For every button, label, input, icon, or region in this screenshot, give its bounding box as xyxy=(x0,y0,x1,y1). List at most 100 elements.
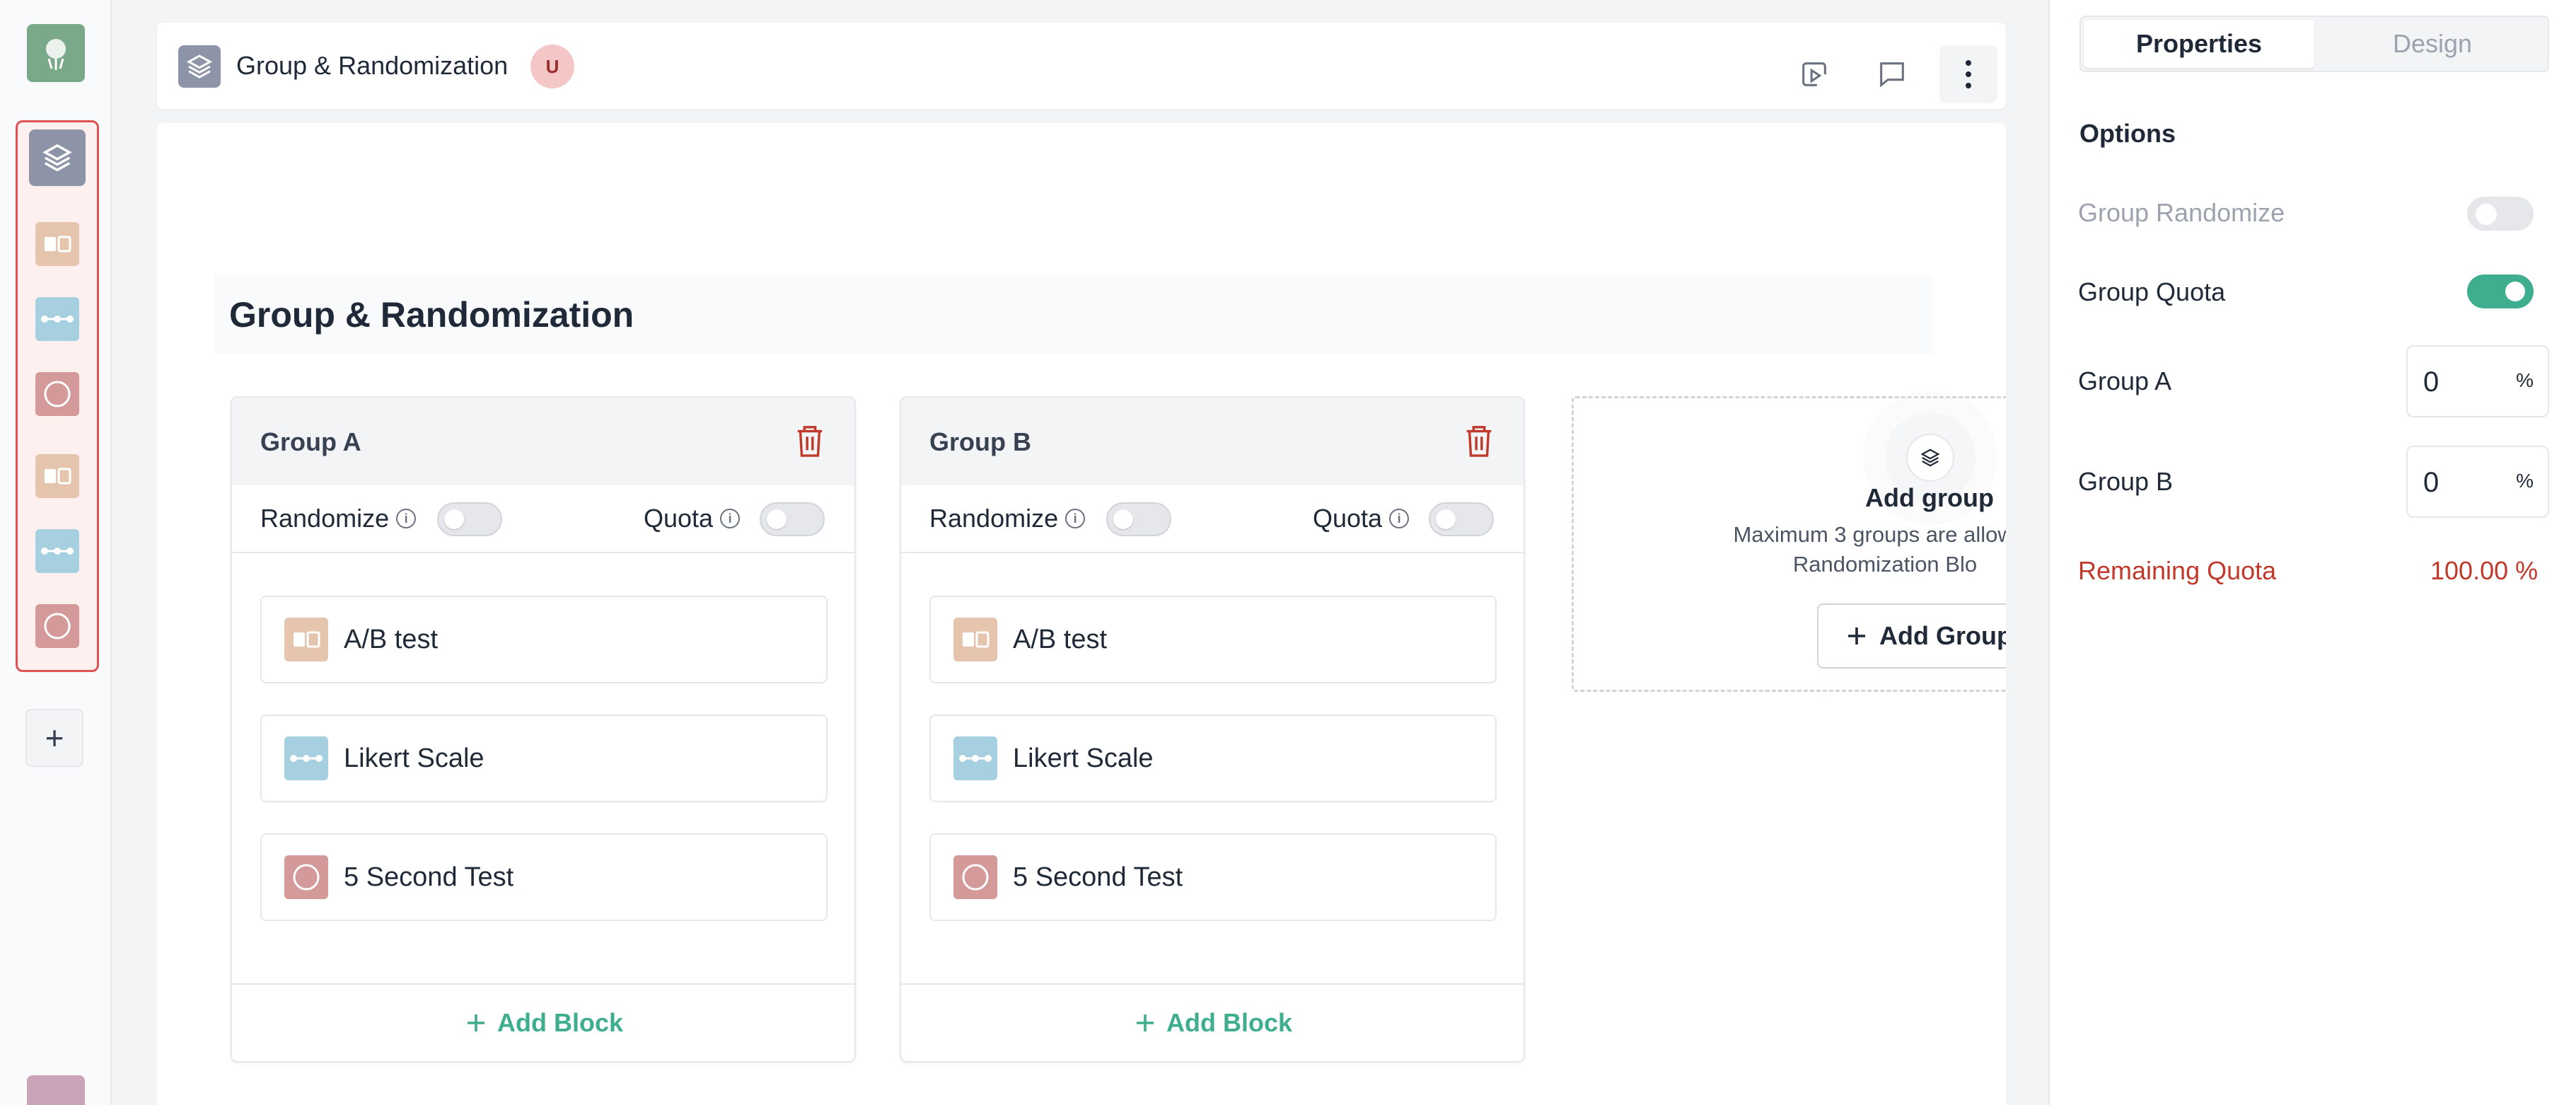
group-randomize-label: Group Randomize xyxy=(2078,198,2285,227)
main-canvas: Group & Randomization Group A Randomize i… xyxy=(157,123,2006,1105)
remaining-quota-value: 100.00 % xyxy=(2430,556,2539,585)
block-label: Likert Scale xyxy=(1013,743,1154,773)
add-group-card: Add group Maximum 3 groups are allowec R… xyxy=(1572,396,2006,692)
group-card-b: Group B Randomize i Quota i A/B test Liker… xyxy=(900,396,1525,1063)
add-block-button[interactable]: Add Block xyxy=(463,1008,623,1038)
quota-label: Quota i xyxy=(1313,504,1410,533)
block-item[interactable]: A/B test xyxy=(260,596,828,683)
preview-icon xyxy=(1802,62,1826,86)
rail-block-list xyxy=(16,120,99,672)
group-header: Group A xyxy=(232,398,854,485)
group-quota-toggle[interactable] xyxy=(2467,274,2534,308)
group-header: Group B xyxy=(901,398,1524,485)
plus-icon xyxy=(467,1014,485,1031)
quota-toggle[interactable] xyxy=(760,502,825,536)
randomize-label: Randomize i xyxy=(929,504,1086,533)
group-name: Group B xyxy=(929,427,1031,456)
five-second-icon xyxy=(953,855,997,899)
add-group-description: Maximum 3 groups are allowec Randomizati… xyxy=(1733,522,2006,577)
block-label: Likert Scale xyxy=(344,743,485,773)
ab-test-icon xyxy=(284,618,328,661)
rail-add-button[interactable]: + xyxy=(25,709,83,767)
block-label: A/B test xyxy=(344,624,439,654)
ab-test-icon xyxy=(953,618,997,661)
group-quota-label: Group Quota xyxy=(2078,277,2226,306)
group-name: Group A xyxy=(260,427,361,456)
block-item[interactable]: 5 Second Test xyxy=(260,833,828,921)
group-a-quota-label: Group A xyxy=(2078,366,2172,395)
trash-icon xyxy=(797,426,823,457)
add-group-heading: Add group xyxy=(1865,483,1994,512)
quota-toggle[interactable] xyxy=(1429,502,1494,536)
trash-icon xyxy=(1466,426,1492,457)
group-footer: Add Block xyxy=(901,983,1524,1061)
remaining-quota-label: Remaining Quota xyxy=(2078,556,2277,585)
five-second-icon xyxy=(35,604,79,648)
group-card-a: Group A Randomize i Quota i A/B test Liker… xyxy=(231,396,856,1063)
section-title-text: Group & Randomization xyxy=(229,295,634,335)
comment-button[interactable] xyxy=(1863,45,1921,103)
randomize-label: Randomize i xyxy=(260,504,417,533)
more-options-button[interactable] xyxy=(1939,45,1997,103)
user-avatar-badge[interactable]: U xyxy=(530,45,574,88)
group-footer: Add Block xyxy=(232,983,854,1061)
info-icon[interactable]: i xyxy=(1389,509,1410,528)
kebab-icon xyxy=(1966,60,1971,88)
rail-item-ab-test[interactable] xyxy=(29,216,86,272)
randomize-toggle[interactable] xyxy=(1106,502,1171,536)
page-title: Group & Randomization xyxy=(236,51,509,80)
likert-icon xyxy=(35,529,79,573)
group-randomize-toggle[interactable] xyxy=(2467,197,2534,231)
tab-design[interactable]: Design xyxy=(2317,20,2548,68)
likert-icon xyxy=(953,736,997,780)
block-label: 5 Second Test xyxy=(1013,862,1183,892)
block-item[interactable]: A/B test xyxy=(929,596,1497,683)
delete-group-button[interactable] xyxy=(1463,423,1495,462)
rail-item-five-second[interactable] xyxy=(29,366,86,422)
block-item[interactable]: 5 Second Test xyxy=(929,833,1497,921)
five-second-icon xyxy=(284,855,328,899)
tab-properties[interactable]: Properties xyxy=(2084,20,2314,68)
info-icon[interactable]: i xyxy=(720,509,741,528)
ab-test-icon xyxy=(35,222,79,266)
rail-item-likert[interactable] xyxy=(29,291,86,347)
page-header: Group & Randomization U xyxy=(157,23,2006,109)
preview-button[interactable] xyxy=(1785,45,1843,103)
rail-item-likert[interactable] xyxy=(29,523,86,579)
block-item[interactable]: Likert Scale xyxy=(260,715,828,802)
plus-icon xyxy=(1848,627,1865,644)
group-a-quota-input[interactable]: 0 % xyxy=(2406,345,2549,417)
group-controls: Randomize i Quota i xyxy=(232,485,854,553)
group-b-quota-label: Group B xyxy=(2078,467,2174,496)
five-second-icon xyxy=(35,372,79,416)
layers-icon xyxy=(178,45,221,88)
layers-icon xyxy=(29,129,86,186)
group-controls: Randomize i Quota i xyxy=(901,485,1524,553)
block-label: A/B test xyxy=(1013,624,1108,654)
section-heading: Group & Randomization xyxy=(214,274,1932,354)
comment-icon xyxy=(1880,62,1904,88)
block-label: 5 Second Test xyxy=(344,862,514,892)
rail-item-five-second[interactable] xyxy=(29,598,86,654)
ab-test-icon xyxy=(35,454,79,498)
rail-bottom-icon[interactable] xyxy=(27,1075,85,1105)
add-block-button[interactable]: Add Block xyxy=(1132,1008,1292,1038)
quota-label: Quota i xyxy=(644,504,741,533)
block-item[interactable]: Likert Scale xyxy=(929,715,1497,802)
delete-group-button[interactable] xyxy=(794,423,826,462)
add-group-button[interactable]: Add Group xyxy=(1817,603,2006,669)
left-rail: + xyxy=(0,0,112,1105)
randomize-toggle[interactable] xyxy=(437,502,502,536)
plus-icon xyxy=(1136,1014,1154,1031)
info-icon[interactable]: i xyxy=(396,509,417,528)
info-icon[interactable]: i xyxy=(1065,509,1086,528)
rail-item-ab-test[interactable] xyxy=(29,448,86,504)
options-heading: Options xyxy=(2079,119,2176,148)
likert-icon xyxy=(284,736,328,780)
likert-icon xyxy=(35,297,79,341)
properties-panel: Properties Design Options xyxy=(2048,0,2576,1105)
rail-item-group[interactable] xyxy=(29,129,86,186)
panel-tabs: Properties Design xyxy=(2079,16,2549,72)
group-b-quota-input[interactable]: 0 % xyxy=(2406,446,2549,518)
app-logo-icon[interactable] xyxy=(27,24,85,82)
